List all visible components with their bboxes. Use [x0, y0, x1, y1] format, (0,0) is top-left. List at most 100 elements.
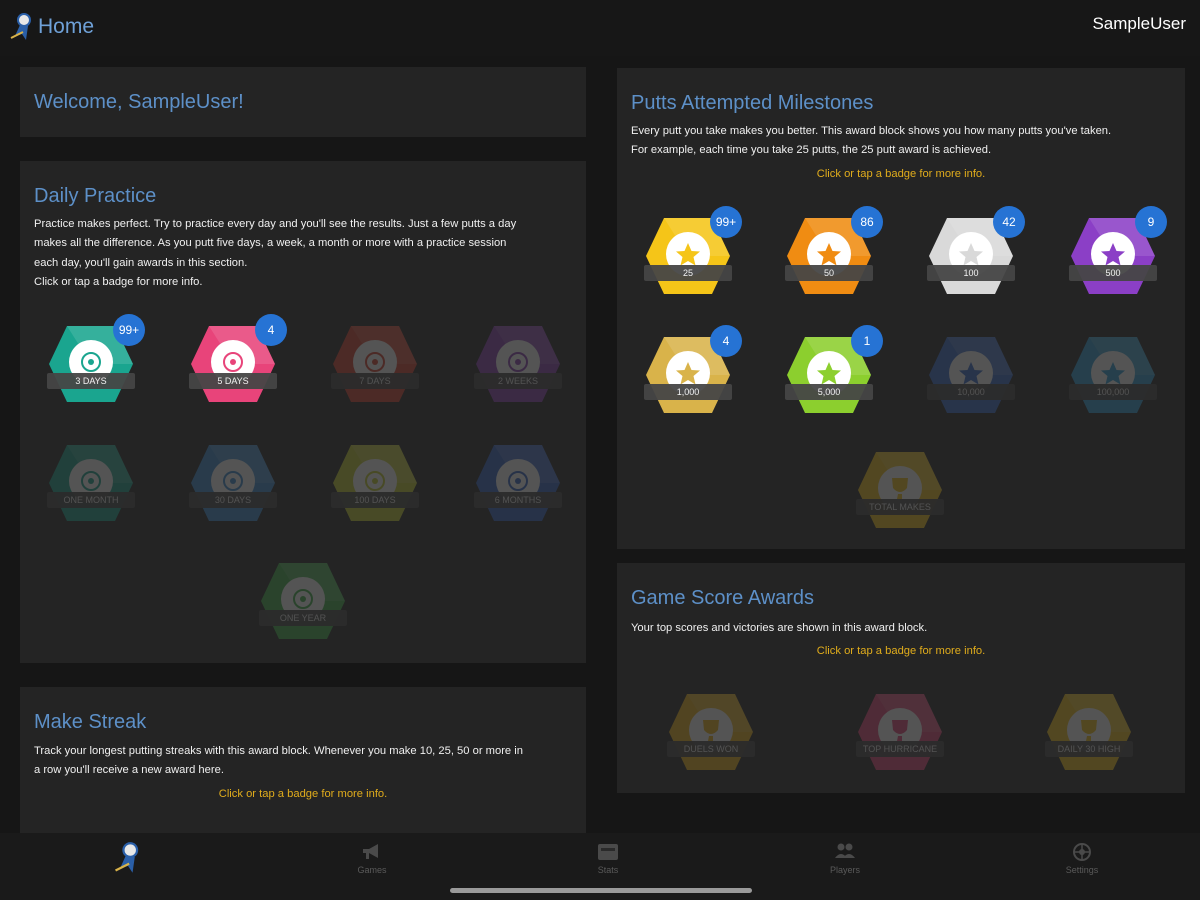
badge-label: DAILY 30 HIGH [1045, 741, 1133, 757]
badge-label: 100 DAYS [331, 492, 419, 508]
trophy-icon [1047, 694, 1131, 770]
badge-label: ONE MONTH [47, 492, 135, 508]
tab-settings[interactable]: Settings [1022, 833, 1142, 883]
badge-count: 99+ [710, 206, 742, 238]
award-badge[interactable]: 5 DAYS 4 [187, 314, 287, 408]
badge-label: 10,000 [927, 384, 1015, 400]
settings-icon [1073, 843, 1091, 861]
award-badge[interactable]: ONE YEAR [257, 557, 349, 645]
description-line: For example, each time you take 25 putts… [631, 144, 992, 157]
target-icon [476, 445, 560, 521]
badge-count: 42 [993, 206, 1025, 238]
tab-stats[interactable]: Stats [548, 833, 668, 883]
badge-label: 25 [644, 265, 732, 281]
target-icon [191, 445, 275, 521]
daily-practice-panel: Daily Practice Practice makes perfect. T… [20, 161, 586, 663]
trophy-icon [669, 694, 753, 770]
make-streak-hint: Click or tap a badge for more info. [218, 788, 388, 800]
description-line: Practice makes perfect. Try to practice … [34, 218, 517, 230]
home-indicator [450, 888, 752, 893]
badge-label: 500 [1069, 265, 1157, 281]
putts-attempted-title: Putts Attempted Milestones [631, 92, 874, 114]
award-badge[interactable]: 10,000 [925, 331, 1017, 419]
daily-practice-title: Daily Practice [34, 185, 157, 207]
welcome-title: Welcome, SampleUser! [34, 91, 244, 113]
description-line: a row you'll receive a new award here. [34, 764, 224, 777]
game-score-title: Game Score Awards [631, 587, 815, 609]
award-badge[interactable]: 7 DAYS [329, 320, 421, 408]
players-icon [835, 843, 855, 858]
target-icon [49, 445, 133, 521]
award-badge[interactable]: 2 WEEKS [472, 320, 564, 408]
award-badge[interactable]: 50 86 [783, 206, 883, 300]
stats-icon [598, 844, 618, 860]
tab-label: Stats [597, 865, 619, 875]
target-icon [333, 445, 417, 521]
tab-games[interactable]: Games [312, 833, 432, 883]
description-line: makes all the difference. As you putt fi… [34, 237, 507, 250]
badge-label: 2 WEEKS [474, 373, 562, 389]
badge-label: DUELS WON [667, 741, 755, 757]
badge-label: 5 DAYS [189, 373, 277, 389]
award-badge[interactable]: 30 DAYS [187, 439, 279, 527]
award-badge[interactable]: DUELS WON [665, 688, 757, 776]
badge-label: 6 MONTHS [474, 492, 562, 508]
welcome-panel: Welcome, SampleUser! [20, 67, 586, 137]
game-score-description: Your top scores and victories are shown … [631, 619, 1171, 638]
badge-label: 1,000 [644, 384, 732, 400]
badge-label: 100 [927, 265, 1015, 281]
megaphone-icon [363, 844, 378, 859]
badge-label: 50 [785, 265, 873, 281]
award-badge[interactable]: 100 42 [925, 206, 1025, 300]
putts-attempted-description: Every putt you take makes you better. Th… [631, 122, 1171, 161]
description-line: Track your longest putting streaks with … [34, 745, 523, 757]
award-badge[interactable]: 1,000 4 [642, 325, 742, 419]
badge-label: 5,000 [785, 384, 873, 400]
award-badge[interactable]: 100 DAYS [329, 439, 421, 527]
award-badge[interactable]: DAILY 30 HIGH [1043, 688, 1135, 776]
tab-home[interactable] [68, 833, 188, 883]
putts-attempted-hint: Click or tap a badge for more info. [816, 168, 986, 180]
star-icon [929, 337, 1013, 413]
award-badge[interactable]: 100,000 [1067, 331, 1159, 419]
description-line: Click or tap a badge for more info. [34, 276, 203, 289]
game-score-panel: Game Score Awards Your top scores and vi… [617, 563, 1185, 793]
home-logo-icon [115, 842, 139, 873]
make-streak-panel: Make Streak Track your longest putting s… [20, 687, 586, 833]
award-badge[interactable]: 25 99+ [642, 206, 742, 300]
make-streak-description: Track your longest putting streaks with … [34, 742, 572, 781]
award-badge[interactable]: ONE MONTH [45, 439, 137, 527]
badge-label: ONE YEAR [259, 610, 347, 626]
badge-count: 4 [710, 325, 742, 357]
badge-label: TOP HURRICANE [856, 741, 944, 757]
top-bar: Home SampleUser [0, 0, 1200, 56]
badge-label: 7 DAYS [331, 373, 419, 389]
trophy-icon [858, 694, 942, 770]
badge-count: 1 [851, 325, 883, 357]
badge-count: 9 [1135, 206, 1167, 238]
badge-count: 4 [255, 314, 287, 346]
badge-count: 86 [851, 206, 883, 238]
badge-label: 3 DAYS [47, 373, 135, 389]
award-badge[interactable]: 5,000 1 [783, 325, 883, 419]
description-line: each day, you'll gain awards in this sec… [34, 256, 248, 269]
tab-label: Games [357, 865, 387, 875]
award-badge[interactable]: 3 DAYS 99+ [45, 314, 145, 408]
star-icon [1071, 337, 1155, 413]
badge-label: 100,000 [1069, 384, 1157, 400]
app-logo-icon[interactable] [8, 12, 36, 42]
target-icon [476, 326, 560, 402]
tab-players[interactable]: Players [785, 833, 905, 883]
award-badge[interactable]: TOP HURRICANE [854, 688, 946, 776]
putts-attempted-panel: Putts Attempted Milestones Every putt yo… [617, 68, 1185, 549]
tab-label: Players [829, 865, 860, 875]
username-label[interactable]: SampleUser [1092, 14, 1186, 34]
game-score-hint: Click or tap a badge for more info. [816, 645, 986, 657]
trophy-icon [858, 452, 942, 528]
award-badge[interactable]: TOTAL MAKES [854, 446, 946, 534]
award-badge[interactable]: 500 9 [1067, 206, 1167, 300]
description-line: Every putt you take makes you better. Th… [631, 125, 1112, 137]
tab-label: Settings [1065, 865, 1099, 875]
award-badge[interactable]: 6 MONTHS [472, 439, 564, 527]
make-streak-title: Make Streak [34, 711, 147, 733]
